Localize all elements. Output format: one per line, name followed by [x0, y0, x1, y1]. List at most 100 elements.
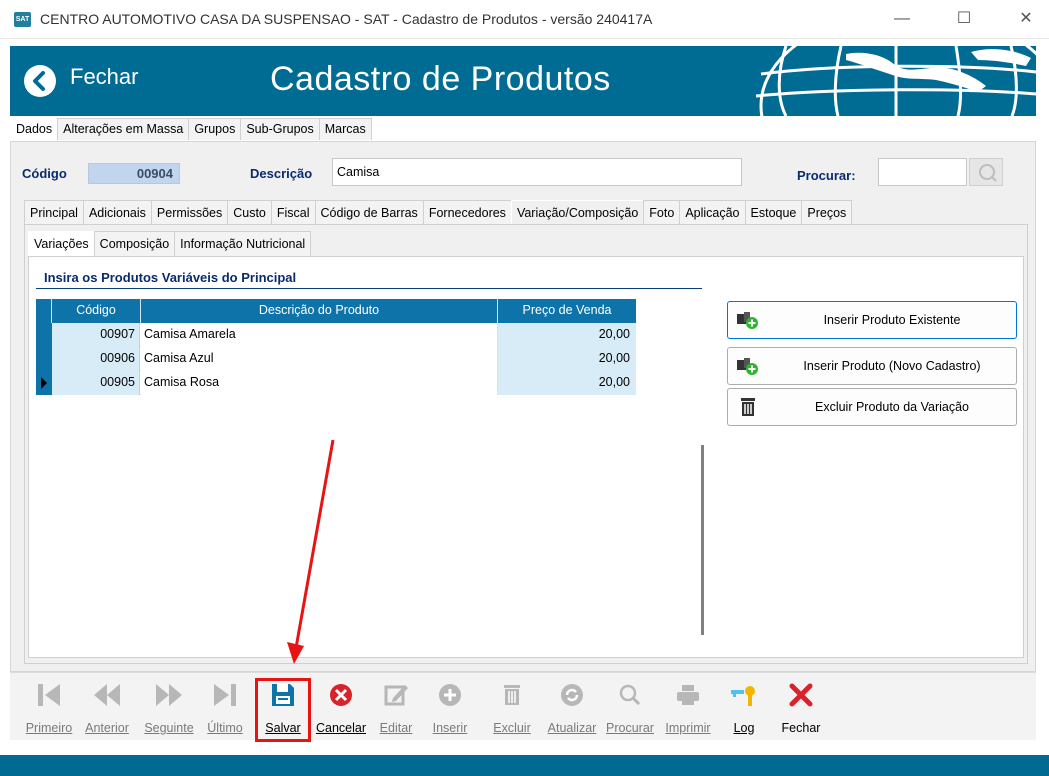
grid-header: Código Descrição do Produto Preço de Ven… — [36, 299, 636, 323]
tab-dados[interactable]: Dados — [10, 118, 59, 140]
tab-marcas[interactable]: Marcas — [318, 118, 372, 140]
insert-new-product-button[interactable]: Inserir Produto (Novo Cadastro) — [727, 347, 1017, 385]
section-title: Insira os Produtos Variáveis do Principa… — [44, 270, 297, 285]
search-label: Procurar: — [797, 168, 856, 183]
tab-variacoes[interactable]: Variações — [28, 231, 95, 257]
header-close-label[interactable]: Fechar — [70, 64, 138, 90]
cell-description: Camisa Amarela — [141, 323, 498, 347]
window-title: CENTRO AUTOMOTIVO CASA DA SUSPENSAO - SA… — [40, 11, 653, 27]
cell-price: 20,00 — [498, 347, 636, 371]
first-icon — [38, 684, 60, 706]
back-button[interactable] — [24, 65, 56, 97]
tab-principal[interactable]: Principal — [24, 200, 84, 224]
insert-existing-product-button[interactable]: Inserir Produto Existente — [727, 301, 1017, 339]
cancel-label: Cancelar — [315, 721, 367, 735]
table-row[interactable]: 00905 Camisa Rosa 20,00 — [36, 371, 636, 395]
remove-label: Excluir Produto da Variação — [814, 400, 970, 414]
tab-permissoes[interactable]: Permissões — [150, 200, 229, 224]
tab-precos[interactable]: Preços — [801, 200, 853, 224]
vertical-scrollbar[interactable] — [701, 445, 704, 635]
trash-icon — [504, 685, 520, 705]
variations-grid[interactable]: Código Descrição do Produto Preço de Ven… — [36, 299, 636, 395]
cell-code: 00906 — [52, 347, 140, 371]
previous-label: Anterior — [85, 721, 129, 735]
tab-alteracoes-em-massa[interactable]: Alterações em Massa — [57, 118, 190, 140]
first-record-button[interactable]: Primeiro — [22, 676, 76, 742]
tab-custo[interactable]: Custo — [227, 200, 272, 224]
next-record-button[interactable]: Seguinte — [138, 676, 200, 742]
tab-fornecedores[interactable]: Fornecedores — [422, 200, 512, 224]
tab-codigo-de-barras[interactable]: Código de Barras — [314, 200, 424, 224]
column-header-description[interactable]: Descrição do Produto — [141, 299, 498, 323]
find-label: Procurar — [606, 721, 654, 735]
column-header-code[interactable]: Código — [52, 299, 141, 323]
tab-sub-grupos[interactable]: Sub-Grupos — [240, 118, 320, 140]
tab-aplicacao[interactable]: Aplicação — [679, 200, 746, 224]
table-row[interactable]: 00906 Camisa Azul 20,00 — [36, 347, 636, 371]
cancel-icon — [330, 684, 352, 706]
edit-button[interactable]: Editar — [374, 676, 418, 742]
tab-grupos[interactable]: Grupos — [188, 118, 242, 140]
tab-foto[interactable]: Foto — [643, 200, 681, 224]
code-field[interactable]: 00904 — [88, 163, 180, 184]
search-button[interactable] — [969, 158, 1003, 186]
column-header-price[interactable]: Preço de Venda — [498, 299, 636, 323]
edit-label: Editar — [379, 721, 413, 735]
insert-button[interactable]: Inserir — [428, 676, 472, 742]
previous-record-button[interactable]: Anterior — [78, 676, 136, 742]
tab-estoque[interactable]: Estoque — [744, 200, 803, 224]
log-label: Log — [733, 721, 755, 735]
delete-button[interactable]: Excluir — [488, 676, 536, 742]
log-button[interactable]: Log — [726, 676, 762, 742]
last-label: Último — [207, 721, 243, 735]
cancel-button[interactable]: Cancelar — [312, 676, 370, 742]
delete-label: Excluir — [493, 721, 531, 735]
row-indicator — [36, 347, 52, 371]
tab-variacao-composicao[interactable]: Variação/Composição — [510, 200, 645, 224]
search-input[interactable] — [878, 158, 967, 186]
chevron-left-icon — [33, 71, 45, 91]
last-record-button[interactable]: Último — [202, 676, 248, 742]
trash-icon — [741, 398, 755, 416]
globe-logo-icon — [755, 46, 1036, 116]
find-button[interactable]: Procurar — [602, 676, 658, 742]
save-highlight-box — [255, 678, 311, 742]
status-bar — [0, 755, 1049, 776]
window-titlebar: SAT CENTRO AUTOMOTIVO CASA DA SUSPENSAO … — [0, 0, 1049, 39]
code-label: Código — [22, 166, 67, 181]
remove-from-variation-button[interactable]: Excluir Produto da Variação — [727, 388, 1017, 426]
cell-price: 20,00 — [498, 371, 636, 395]
maximize-icon[interactable]: ☐ — [950, 8, 978, 30]
app-icon: SAT — [14, 12, 31, 27]
add-product-icon — [737, 358, 758, 375]
plus-circle-icon — [439, 684, 461, 706]
minimize-icon[interactable]: — — [888, 8, 916, 30]
close-icon[interactable]: ✕ — [1012, 8, 1040, 30]
grid-indicator-header — [36, 299, 52, 323]
tab-composicao[interactable]: Composição — [93, 231, 176, 257]
row-indicator — [36, 323, 52, 347]
table-row[interactable]: 00907 Camisa Amarela 20,00 — [36, 323, 636, 347]
key-icon — [731, 686, 755, 706]
current-row-arrow-icon — [41, 377, 47, 389]
refresh-label: Atualizar — [547, 721, 597, 735]
cell-price: 20,00 — [498, 323, 636, 347]
close-x-icon — [789, 683, 813, 707]
tab-adicionais[interactable]: Adicionais — [82, 200, 152, 224]
tab-fiscal[interactable]: Fiscal — [270, 200, 316, 224]
close-button[interactable]: Fechar — [774, 676, 828, 742]
section-divider — [36, 288, 702, 289]
close-label: Fechar — [781, 721, 821, 735]
page-header: Fechar Cadastro de Produtos — [10, 46, 1036, 116]
print-button[interactable]: Imprimir — [660, 676, 716, 742]
printer-icon — [677, 685, 699, 705]
tab-informacao-nutricional[interactable]: Informação Nutricional — [174, 231, 312, 257]
rewind-icon — [94, 684, 120, 706]
insert-existing-label: Inserir Produto Existente — [823, 313, 961, 327]
page-title: Cadastro de Produtos — [270, 60, 611, 98]
description-field[interactable]: Camisa — [332, 158, 742, 186]
fast-forward-icon — [156, 684, 182, 706]
refresh-button[interactable]: Atualizar — [542, 676, 602, 742]
search-icon — [979, 164, 997, 182]
top-tabs: Dados Alterações em Massa Grupos Sub-Grupos… — [10, 118, 372, 140]
